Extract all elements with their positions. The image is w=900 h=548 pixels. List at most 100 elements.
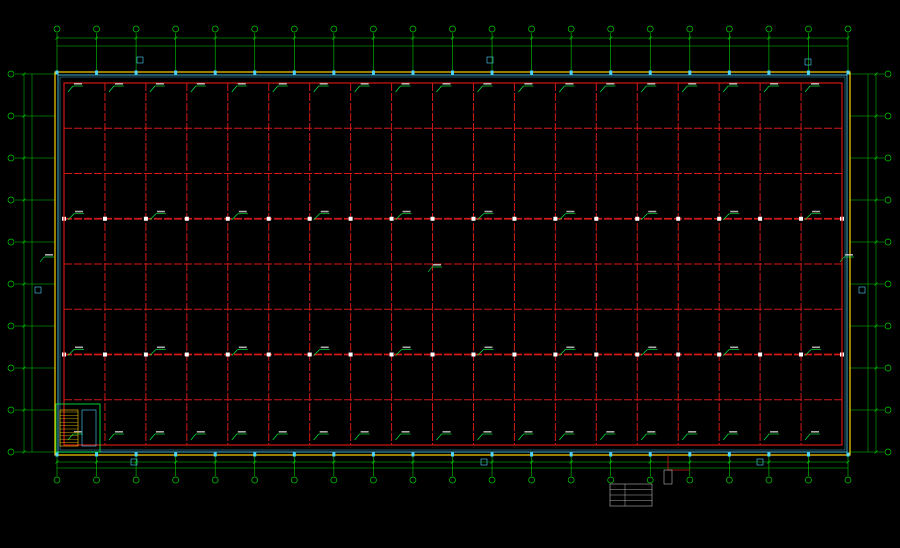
leader-label-mark xyxy=(566,210,575,213)
wall-column xyxy=(846,452,850,457)
leader-label-mark xyxy=(114,431,123,433)
leader-label-mark xyxy=(729,83,738,85)
wall-column xyxy=(648,70,652,75)
leader-label-mark xyxy=(770,83,779,85)
leader-label-mark xyxy=(648,346,657,349)
beam-node xyxy=(594,216,599,221)
leader-label-mark xyxy=(845,254,853,256)
wall-column xyxy=(530,452,534,457)
leader-label-mark xyxy=(320,346,329,349)
wall-column xyxy=(846,70,850,75)
wall-column xyxy=(648,452,652,457)
beam-node xyxy=(471,216,476,221)
leader-label-mark xyxy=(74,83,82,85)
leader-label-mark xyxy=(647,431,656,433)
beam-node xyxy=(143,216,148,221)
wall-column xyxy=(174,452,178,457)
wall-column xyxy=(806,70,810,75)
leader-label-mark xyxy=(524,83,533,85)
leader-label-mark xyxy=(812,210,821,213)
wall-column xyxy=(134,452,138,457)
wall-column xyxy=(451,452,454,457)
leader-label-mark xyxy=(114,83,123,85)
wall-column xyxy=(688,70,692,75)
beam-node xyxy=(471,352,476,357)
leader-label-mark xyxy=(647,83,656,85)
leader-label-mark xyxy=(484,210,493,213)
wall-column xyxy=(292,70,296,75)
leader-label-mark xyxy=(237,83,246,85)
beam-node xyxy=(717,352,722,357)
wall-column xyxy=(727,70,731,75)
wall-column xyxy=(806,452,810,457)
leader-label-mark xyxy=(156,346,165,349)
wall-column xyxy=(134,70,138,75)
beam-node xyxy=(430,216,435,221)
leader-label-mark xyxy=(320,210,329,213)
leader-label-mark xyxy=(401,83,410,85)
leader-label-mark xyxy=(278,431,287,433)
wall-column xyxy=(253,70,257,75)
beam-node xyxy=(553,216,558,221)
wall-column xyxy=(490,70,494,75)
wall-column xyxy=(767,70,771,75)
wall-column xyxy=(411,70,415,75)
wall-column xyxy=(371,452,375,457)
beam-node xyxy=(389,352,394,357)
leader-label-mark xyxy=(770,431,779,433)
beam-node xyxy=(717,216,722,221)
beam-node xyxy=(635,216,640,221)
leader-label-mark xyxy=(238,346,247,349)
wall-column xyxy=(213,70,217,75)
wall-column xyxy=(174,70,178,75)
leader-label-mark xyxy=(524,431,533,433)
wall-column xyxy=(411,452,415,457)
leader-label-mark xyxy=(196,83,205,85)
leader-label-mark xyxy=(812,346,821,349)
wall-column xyxy=(569,452,573,457)
beam-node xyxy=(266,216,271,221)
beam-node xyxy=(676,216,681,221)
leader-label-mark xyxy=(566,346,575,349)
wall-column xyxy=(55,70,59,75)
beam-node xyxy=(102,216,107,221)
beam-node xyxy=(594,352,599,357)
leader-label-mark xyxy=(155,83,164,85)
beam-node xyxy=(553,352,558,357)
leader-label-mark xyxy=(811,83,820,85)
wall-column xyxy=(95,70,99,75)
leader-label-mark xyxy=(565,83,574,85)
leader-label-mark xyxy=(402,210,411,213)
leader-label-mark xyxy=(45,254,53,256)
beam-node xyxy=(143,352,148,357)
wall-column xyxy=(688,452,692,457)
leader-label-mark xyxy=(319,431,328,433)
leader-label-mark xyxy=(75,210,83,213)
beam-node xyxy=(676,352,681,357)
leader-label-mark xyxy=(156,210,165,213)
beam-node xyxy=(184,216,189,221)
leader-label-mark xyxy=(237,431,246,433)
beam-node xyxy=(348,216,353,221)
beam-node xyxy=(758,352,763,357)
wall-column xyxy=(451,70,454,75)
wall-column xyxy=(95,452,99,457)
leader-label-mark xyxy=(483,83,492,85)
beam-node xyxy=(225,352,230,357)
beam-node xyxy=(512,352,517,357)
beam-node xyxy=(512,216,517,221)
leader-label-mark xyxy=(238,210,247,213)
leader-label-mark xyxy=(360,83,369,85)
leader-label-mark xyxy=(442,431,451,433)
beam-node xyxy=(758,216,763,221)
wall-column xyxy=(371,70,375,75)
beam-node xyxy=(799,352,804,357)
beam-node xyxy=(266,352,271,357)
leader-label-mark xyxy=(75,346,83,349)
leader-label-mark xyxy=(730,346,739,349)
wall-column xyxy=(767,452,771,457)
beam-node xyxy=(430,352,435,357)
leader-label-mark xyxy=(606,83,615,85)
leader-label-mark xyxy=(401,431,410,433)
leader-label-mark xyxy=(319,83,328,85)
